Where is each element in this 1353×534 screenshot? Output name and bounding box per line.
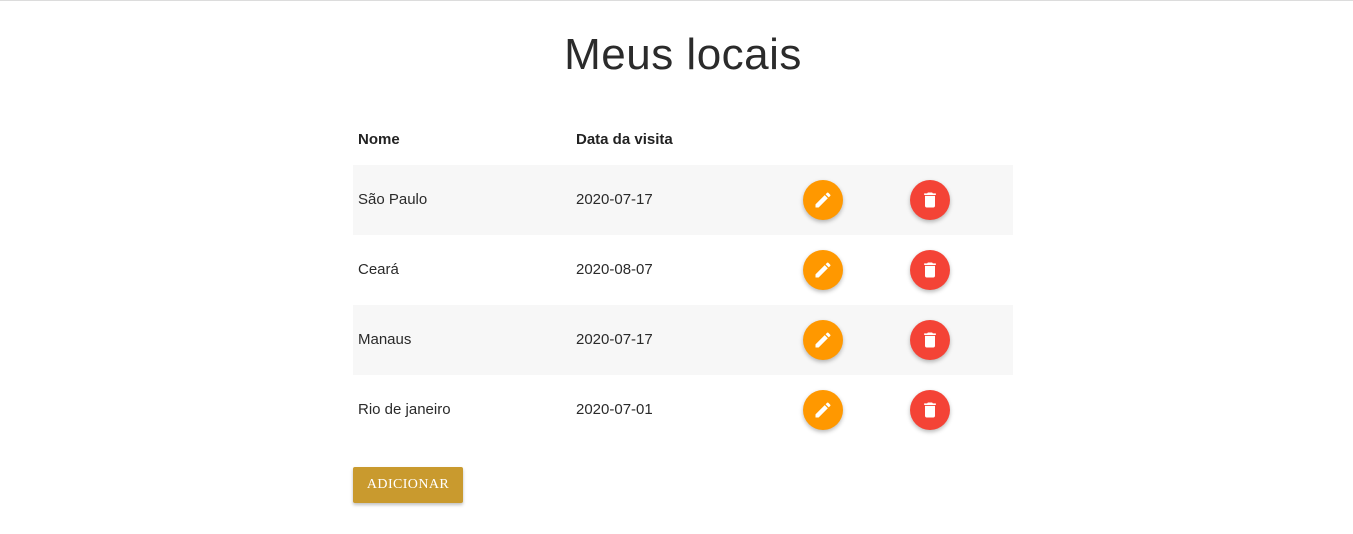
place-name: Ceará [358, 261, 399, 278]
visit-date: 2020-07-17 [576, 331, 653, 348]
trash-icon [924, 402, 936, 418]
column-header-name: Nome [358, 131, 400, 148]
top-divider [0, 0, 1353, 1]
place-name: São Paulo [358, 191, 428, 208]
edit-button[interactable] [803, 390, 843, 430]
trash-icon [924, 332, 936, 348]
delete-button[interactable] [910, 180, 950, 220]
pencil-icon [815, 402, 831, 418]
visit-date: 2020-07-01 [576, 401, 653, 418]
place-name: Manaus [358, 331, 412, 348]
page-title: Meus locais [564, 30, 802, 79]
table-row: São Paulo 2020-07-17 [353, 165, 1013, 235]
add-button[interactable]: ADICIONAR [353, 467, 463, 503]
place-name: Rio de janeiro [358, 401, 451, 418]
table-row: Ceará 2020-08-07 [353, 235, 1013, 305]
trash-icon [924, 262, 936, 278]
edit-button[interactable] [803, 250, 843, 290]
trash-icon [924, 192, 936, 208]
pencil-icon [815, 332, 831, 348]
pencil-icon [815, 262, 831, 278]
delete-button[interactable] [910, 320, 950, 360]
delete-button[interactable] [910, 250, 950, 290]
pencil-icon [815, 192, 831, 208]
table-row: Rio de janeiro 2020-07-01 [353, 375, 1013, 445]
edit-button[interactable] [803, 320, 843, 360]
edit-button[interactable] [803, 180, 843, 220]
visit-date: 2020-08-07 [576, 261, 653, 278]
places-table: Nome Data da visita São Paulo 2020-07-17… [353, 115, 1013, 445]
table-row: Manaus 2020-07-17 [353, 305, 1013, 375]
column-header-date: Data da visita [576, 131, 673, 148]
visit-date: 2020-07-17 [576, 191, 653, 208]
table-header: Nome Data da visita [353, 115, 1013, 165]
delete-button[interactable] [910, 390, 950, 430]
